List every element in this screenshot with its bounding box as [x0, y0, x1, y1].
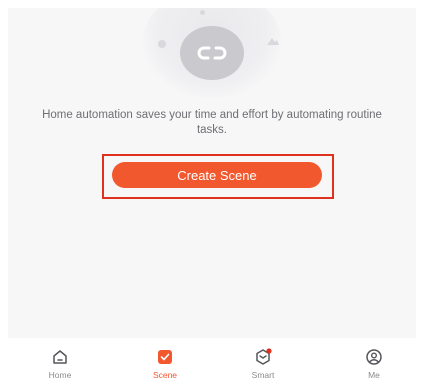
- tab-label-smart: Smart: [251, 370, 275, 380]
- illustration-dot: [158, 40, 166, 48]
- create-scene-button[interactable]: Create Scene: [112, 162, 322, 188]
- tab-smart[interactable]: Smart: [228, 340, 298, 382]
- profile-icon: [365, 348, 383, 366]
- tab-label-home: Home: [48, 370, 72, 380]
- tab-home[interactable]: Home: [25, 340, 95, 382]
- link-loop-icon: [197, 46, 227, 60]
- illustration-mountain-icon: [267, 38, 279, 45]
- bottom-tab-bar: Home Scene Smart Me: [0, 340, 421, 382]
- empty-state-illustration: [8, 8, 416, 98]
- tab-scene[interactable]: Scene: [130, 340, 200, 382]
- tab-label-scene: Scene: [152, 370, 178, 380]
- smart-cube-icon: [254, 348, 272, 366]
- scene-empty-state: Home automation saves your time and effo…: [8, 8, 416, 338]
- illustration-dot: [200, 10, 205, 15]
- notification-dot-icon: [266, 348, 272, 354]
- tab-label-me: Me: [368, 370, 380, 380]
- link-icon-circle: [180, 26, 244, 80]
- tab-me[interactable]: Me: [339, 340, 409, 382]
- empty-state-description: Home automation saves your time and effo…: [42, 109, 382, 136]
- scene-screen: Home automation saves your time and effo…: [0, 0, 421, 382]
- home-icon: [51, 348, 69, 366]
- scene-check-icon: [156, 348, 174, 366]
